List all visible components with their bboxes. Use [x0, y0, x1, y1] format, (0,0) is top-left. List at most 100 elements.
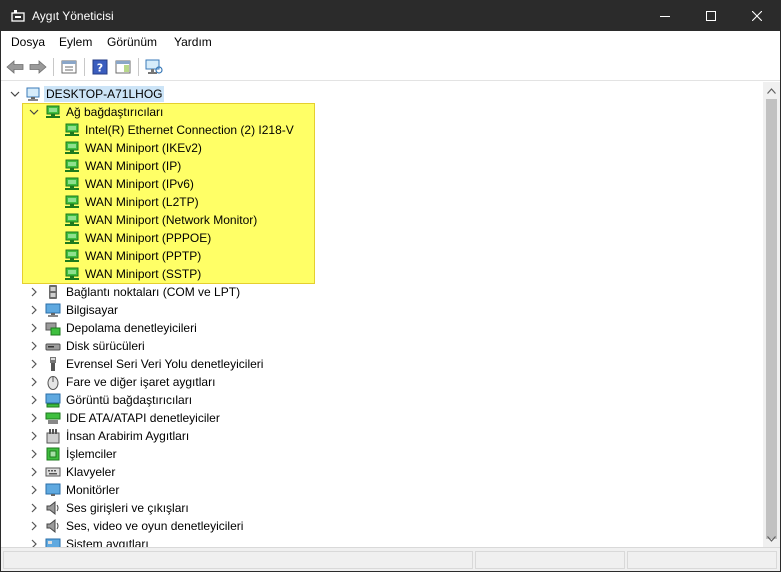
monitor-icon	[45, 483, 61, 496]
back-button[interactable]	[5, 57, 25, 77]
network-adapter-icon	[65, 159, 79, 172]
speaker-icon	[46, 500, 59, 516]
status-bar	[1, 547, 780, 571]
device-label: WAN Miniport (PPPOE)	[85, 231, 212, 245]
category-mouse[interactable]: Fare ve diğer işaret aygıtları	[1, 373, 761, 391]
network-adapter-item[interactable]: WAN Miniport (PPPOE)	[1, 229, 761, 247]
category-ide[interactable]: IDE ATA/ATAPI denetleyiciler	[1, 409, 761, 427]
category-network-adapters[interactable]: Ağ bağdaştırıcıları	[1, 103, 761, 121]
device-label: Intel(R) Ethernet Connection (2) I218-V	[85, 123, 294, 137]
ide-icon	[45, 412, 61, 424]
chevron-right-icon[interactable]	[28, 502, 40, 514]
category-label: Ses, video ve oyun denetleyicileri	[66, 519, 244, 533]
scroll-thumb[interactable]	[766, 99, 777, 539]
system-devices-icon	[45, 538, 61, 547]
maximize-button[interactable]	[688, 1, 734, 31]
hid-icon	[46, 429, 60, 444]
category-label: İşlemciler	[66, 447, 117, 461]
network-adapter-icon	[46, 105, 60, 118]
chevron-right-icon[interactable]	[28, 340, 40, 352]
tree-root[interactable]: DESKTOP-A71LHOG	[1, 85, 761, 103]
chevron-right-icon[interactable]	[28, 484, 40, 496]
network-adapter-item[interactable]: WAN Miniport (IPv6)	[1, 175, 761, 193]
properties-view-button[interactable]	[59, 57, 79, 77]
category-keyboard[interactable]: Klavyeler	[1, 463, 761, 481]
chevron-right-icon[interactable]	[28, 286, 40, 298]
toolbar-separator	[53, 58, 54, 76]
category-sound-controller[interactable]: Ses, video ve oyun denetleyicileri	[1, 517, 761, 535]
processor-icon	[46, 447, 60, 461]
network-adapter-item[interactable]: WAN Miniport (IP)	[1, 157, 761, 175]
category-usb[interactable]: Evrensel Seri Veri Yolu denetleyicileri	[1, 355, 761, 373]
window-title: Aygıt Yöneticisi	[32, 9, 114, 23]
category-display-adapter[interactable]: Görüntü bağdaştırıcıları	[1, 391, 761, 409]
title-bar: Aygıt Yöneticisi	[1, 1, 780, 31]
category-disk-drive[interactable]: Disk sürücüleri	[1, 337, 761, 355]
category-port[interactable]: Bağlantı noktaları (COM ve LPT)	[1, 283, 761, 301]
category-processor[interactable]: İşlemciler	[1, 445, 761, 463]
chevron-right-icon[interactable]	[28, 538, 40, 547]
action-pane-button[interactable]	[113, 57, 133, 77]
category-hid[interactable]: İnsan Arabirim Aygıtları	[1, 427, 761, 445]
chevron-right-icon[interactable]	[28, 394, 40, 406]
help-button[interactable]: ?	[90, 57, 110, 77]
category-system-devices[interactable]: Sistem aygıtları	[1, 535, 761, 547]
usb-icon	[50, 357, 56, 371]
disk-drive-icon	[45, 343, 61, 351]
port-icon	[49, 285, 57, 299]
chevron-right-icon[interactable]	[28, 520, 40, 532]
device-label: WAN Miniport (IPv6)	[85, 177, 194, 191]
chevron-right-icon[interactable]	[28, 376, 40, 388]
category-label: Klavyeler	[66, 465, 116, 479]
menu-eylem[interactable]: Eylem	[59, 35, 92, 49]
category-monitor[interactable]: Monitörler	[1, 481, 761, 499]
chevron-down-icon	[10, 91, 20, 97]
category-label: Bağlantı noktaları (COM ve LPT)	[66, 285, 241, 299]
network-adapter-icon	[65, 123, 79, 136]
chevron-right-icon[interactable]	[28, 304, 40, 316]
category-computer[interactable]: Bilgisayar	[1, 301, 761, 319]
forward-button[interactable]	[28, 57, 48, 77]
chevron-right-icon[interactable]	[28, 466, 40, 478]
network-adapter-item[interactable]: WAN Miniport (IKEv2)	[1, 139, 761, 157]
network-adapter-item[interactable]: Intel(R) Ethernet Connection (2) I218-V	[1, 121, 761, 139]
maximize-icon	[706, 11, 716, 21]
network-adapter-icon	[65, 141, 79, 154]
category-storage-controller[interactable]: Depolama denetleyicileri	[1, 319, 761, 337]
network-adapter-item[interactable]: WAN Miniport (L2TP)	[1, 193, 761, 211]
menu-yardim[interactable]: Yardım	[174, 35, 212, 49]
chevron-right-icon[interactable]	[28, 430, 40, 442]
menu-gorunum[interactable]: Görünüm	[107, 35, 157, 49]
properties-icon	[61, 60, 77, 74]
category-label: Monitörler	[66, 483, 120, 497]
network-adapter-item[interactable]: WAN Miniport (PPTP)	[1, 247, 761, 265]
category-label: Görüntü bağdaştırıcıları	[66, 393, 193, 407]
chevron-right-icon[interactable]	[28, 358, 40, 370]
vertical-scrollbar[interactable]	[763, 82, 780, 547]
network-adapter-item[interactable]: WAN Miniport (SSTP)	[1, 265, 761, 283]
minimize-button[interactable]	[642, 1, 688, 31]
scan-hardware-button[interactable]	[144, 57, 164, 77]
close-button[interactable]	[734, 1, 780, 31]
toolbar: ?	[1, 53, 780, 81]
network-adapter-icon	[65, 177, 79, 190]
computer-icon	[26, 87, 40, 101]
network-adapter-item[interactable]: WAN Miniport (Network Monitor)	[1, 211, 761, 229]
scroll-up-button[interactable]	[763, 82, 780, 99]
device-label: WAN Miniport (PPTP)	[85, 249, 202, 263]
display-adapter-icon	[45, 393, 61, 408]
category-label: Sistem aygıtları	[66, 537, 149, 547]
close-icon	[752, 11, 762, 21]
chevron-right-icon[interactable]	[28, 322, 40, 334]
chevron-right-icon[interactable]	[28, 412, 40, 424]
category-speaker[interactable]: Ses girişleri ve çıkışları	[1, 499, 761, 517]
scroll-down-button[interactable]	[763, 530, 780, 547]
menu-dosya[interactable]: Dosya	[11, 35, 45, 49]
chevron-up-icon	[767, 87, 776, 94]
category-label: Ağ bağdaştırıcıları	[66, 105, 164, 119]
category-label: Evrensel Seri Veri Yolu denetleyicileri	[66, 357, 264, 371]
chevron-right-icon[interactable]	[28, 448, 40, 460]
network-adapter-icon	[65, 213, 79, 226]
help-icon: ?	[92, 59, 108, 75]
status-segment	[627, 551, 777, 569]
